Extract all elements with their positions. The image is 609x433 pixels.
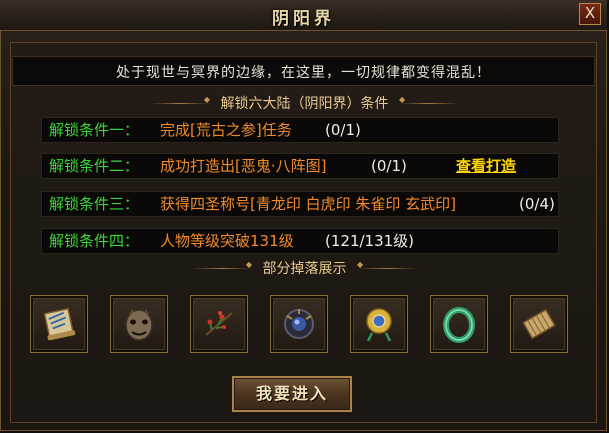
view-crafting-link[interactable]: 查看打造 [456,154,516,178]
unlock-section-title: 解锁六大陆（阴阳界）条件 [220,96,389,112]
drops-section-header: 部分掉落展示 [0,258,609,278]
condition-text: 获得四圣称号[青龙印 白虎印 朱雀印 玄武印] [160,195,457,213]
condition-text: 成功打造出[恶鬼·八阵图] [160,157,327,175]
condition-progress: (121/131级) [325,232,415,250]
drop-item-slot[interactable] [30,295,88,353]
bamboo-scroll-icon [522,308,556,340]
window-title: 阴阳界 [272,9,335,29]
title-bar: 阴阳界 X [0,0,607,31]
left-ornament-icon [150,95,210,108]
unlock-condition-row: 解锁条件一： 完成[荒古之参]任务 (0/1) [41,117,559,143]
drop-item-slot[interactable] [110,295,168,353]
right-ornament-icon [398,95,459,108]
condition-text: 人物等级突破131级 [160,232,294,250]
condition-label: 解锁条件三： [49,195,140,213]
condition-label: 解锁条件四： [49,232,140,250]
unlock-condition-row: 解锁条件四： 人物等级突破131级 (121/131级) [41,228,559,254]
condition-progress: (0/1) [371,157,407,175]
unlock-condition-row: 解锁条件二： 成功打造出[恶鬼·八阵图] (0/1) 查看打造 [41,153,559,179]
description-box: 处于现世与冥界的边缘，在这里，一切规律都变得混乱！ [12,56,595,86]
condition-progress: (0/4) [519,195,555,213]
drop-item-slot[interactable] [430,295,488,353]
condition-text: 完成[荒古之参]任务 [160,121,292,139]
right-ornament-icon [356,260,417,273]
drops-section-title: 部分掉落展示 [262,261,347,277]
enter-button[interactable]: 我要进入 [232,376,352,412]
drop-item-slot[interactable] [270,295,328,353]
condition-progress: (0/1) [325,121,361,139]
close-button[interactable]: X [579,3,601,25]
scroll-map-icon [43,307,76,341]
drop-item-slot[interactable] [510,295,568,353]
demon-mask-icon [125,309,153,341]
drop-item-slot[interactable] [190,295,248,353]
description-text: 处于现世与冥界的边缘，在这里，一切规律都变得混乱！ [116,65,491,81]
drop-item-slot[interactable] [350,295,408,353]
gold-amulet-icon [366,308,392,342]
left-ornament-icon [192,260,252,273]
condition-label: 解锁条件二： [49,157,140,175]
jade-ring-icon [443,307,475,343]
unlock-section-header: 解锁六大陆（阴阳界）条件 [0,93,609,113]
dark-orb-icon [284,309,314,339]
unlock-condition-row: 解锁条件三： 获得四圣称号[青龙印 白虎印 朱雀印 玄武印] (0/4) [41,191,559,217]
herb-branch-icon [205,311,233,336]
condition-label: 解锁条件一： [49,121,140,139]
